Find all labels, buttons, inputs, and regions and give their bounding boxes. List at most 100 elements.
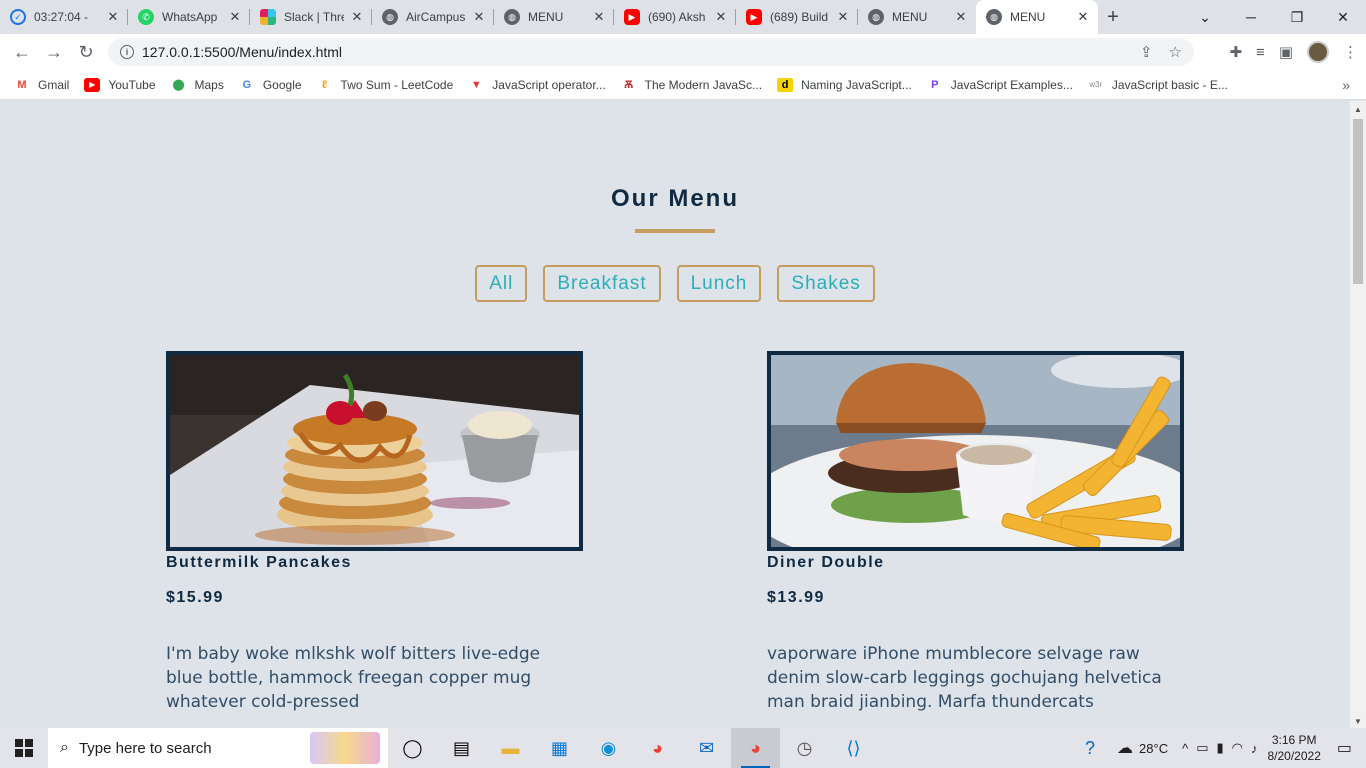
show-hidden-icons-chevron[interactable]: ^ (1182, 741, 1188, 756)
weather-temperature[interactable]: 28°C (1139, 741, 1168, 756)
page-scrollbar[interactable]: ▲ ▼ (1350, 101, 1366, 728)
extensions-puzzle-icon[interactable]: ✚ (1229, 43, 1242, 61)
info-icon[interactable]: i (120, 45, 134, 59)
close-icon[interactable]: ✕ (472, 9, 486, 25)
browser-tab-active[interactable]: ◍ MENU ✕ (976, 0, 1098, 34)
close-icon[interactable]: ✕ (1076, 9, 1090, 25)
bookmark-label: Gmail (38, 77, 70, 92)
scroll-up-arrow-icon[interactable]: ▲ (1350, 105, 1366, 114)
edge-browser-icon[interactable]: ◉ (584, 728, 633, 768)
filter-button-group: All Breakfast Lunch Shakes (0, 265, 1350, 302)
close-icon[interactable]: ✕ (592, 9, 606, 25)
scrollbar-thumb[interactable] (1353, 119, 1363, 284)
bookmarks-overflow-icon[interactable]: » (1342, 77, 1350, 93)
forward-arrow-icon[interactable]: → (38, 42, 70, 63)
taskbar-search-box[interactable]: ⌕ Type here to search (48, 728, 388, 768)
browser-tab[interactable]: ◍ MENU ✕ (494, 0, 614, 34)
close-icon[interactable]: ✕ (836, 9, 850, 25)
task-view-icon[interactable]: ◯ (388, 728, 437, 768)
page-viewport: Our Menu All Breakfast Lunch Shakes Butt… (0, 101, 1350, 728)
bookmark-js-basic[interactable]: w3r JavaScript basic - E... (1088, 78, 1228, 92)
close-icon[interactable]: ✕ (954, 9, 968, 25)
bookmark-js-examples[interactable]: P JavaScript Examples... (927, 78, 1073, 92)
scroll-down-arrow-icon[interactable]: ▼ (1350, 717, 1366, 726)
filter-button-breakfast[interactable]: Breakfast (543, 265, 661, 302)
browser-tab[interactable]: ◍ MENU ✕ (858, 0, 976, 34)
close-icon[interactable]: ✕ (714, 9, 728, 25)
windows-start-button[interactable] (0, 728, 48, 768)
chrome-icon-active[interactable]: ◕ (731, 728, 780, 768)
bookmark-label: The Modern JavaSc... (644, 77, 763, 92)
item-description: vaporware iPhone mumblecore selvage raw … (767, 644, 1162, 712)
tab-title: (689) Build (770, 10, 829, 24)
bookmark-google[interactable]: G Google (239, 78, 302, 92)
taskbar-app-icons: ◯ ▤ ▬ ▦ ◉ ◕ ✉ ◕ ◷ ⟨⟩ (388, 728, 878, 768)
bookmark-modern-js[interactable]: Ѫ The Modern JavaSc... (621, 78, 762, 92)
burger-fries-photo (767, 351, 1184, 551)
media-queue-icon[interactable]: ≡ (1256, 44, 1265, 61)
close-icon[interactable]: ✕ (350, 9, 364, 25)
filter-button-all[interactable]: All (475, 265, 528, 302)
share-icon[interactable]: ⇪ (1140, 43, 1153, 61)
bookmark-leetcode[interactable]: ℓ Two Sum - LeetCode (317, 78, 453, 92)
reload-icon[interactable]: ↻ (70, 42, 102, 63)
triangle-logo-icon: ▼ (470, 78, 482, 91)
microsoft-store-icon[interactable]: ▦ (535, 728, 584, 768)
weather-cloud-icon[interactable]: ☁ (1117, 738, 1133, 758)
new-tab-button[interactable]: + (1098, 0, 1128, 34)
url-text[interactable]: 127.0.0.1:5500/Menu/index.html (142, 44, 342, 60)
globe-icon: ◍ (986, 9, 1002, 25)
back-arrow-icon[interactable]: ← (6, 42, 38, 63)
browser-tab[interactable]: ✓ 03:27:04 - ✕ (0, 0, 128, 34)
menu-item: Buttermilk Pancakes $15.99 I'm baby woke… (166, 351, 583, 714)
bookmark-maps[interactable]: ⬤ Maps (171, 78, 224, 92)
filter-button-lunch[interactable]: Lunch (676, 265, 762, 302)
help-icon[interactable]: ? (1085, 738, 1095, 759)
search-placeholder: Type here to search (78, 739, 212, 757)
address-bar[interactable]: i 127.0.0.1:5500/Menu/index.html ⇪ ☆ (108, 38, 1194, 66)
meet-now-icon[interactable]: ▭ (1196, 740, 1208, 756)
notifications-icon[interactable]: ▭ (1337, 738, 1352, 758)
file-explorer-icon[interactable]: ▬ (486, 728, 535, 768)
close-icon[interactable]: ✕ (228, 9, 242, 25)
star-bookmark-icon[interactable]: ☆ (1169, 43, 1182, 61)
side-panel-icon[interactable]: ▣ (1279, 43, 1293, 61)
profile-avatar[interactable] (1307, 41, 1329, 63)
widgets-icon[interactable]: ▤ (437, 728, 486, 768)
wifi-icon[interactable]: ◠ (1232, 740, 1243, 756)
youtube-icon: ▶ (84, 77, 101, 92)
volume-icon[interactable]: ♪ (1251, 741, 1258, 756)
close-icon[interactable]: ✕ (106, 9, 120, 25)
browser-toolbar: ← → ↻ i 127.0.0.1:5500/Menu/index.html ⇪… (0, 34, 1366, 70)
browser-tab[interactable]: ▶ (690) Aksh ✕ (614, 0, 736, 34)
taskbar-clock[interactable]: 3:16 PM 8/20/2022 (1267, 732, 1320, 764)
filter-button-shakes[interactable]: Shakes (777, 265, 875, 302)
maps-pin-icon: ⬤ (172, 79, 185, 91)
browser-tab[interactable]: Slack | Thre ✕ (250, 0, 372, 34)
tab-title: AirCampus (406, 10, 466, 24)
search-icon: ⌕ (60, 739, 69, 756)
alarm-clock-icon[interactable]: ◷ (780, 728, 829, 768)
tab-search-chevron-icon[interactable]: ⌄ (1182, 9, 1228, 26)
minimize-button[interactable]: ─ (1228, 9, 1274, 25)
item-name: Diner Double (767, 554, 885, 571)
browser-tab[interactable]: ◍ AirCampus ✕ (372, 0, 494, 34)
windows-taskbar: ⌕ Type here to search ◯ ▤ ▬ ▦ ◉ ◕ ✉ ◕ ◷ … (0, 728, 1366, 768)
battery-icon[interactable]: ▮ (1216, 740, 1223, 756)
tab-title: 03:27:04 - (34, 10, 89, 24)
menu-item: Diner Double $13.99 vaporware iPhone mum… (767, 351, 1184, 714)
vscode-icon[interactable]: ⟨⟩ (829, 728, 878, 768)
bookmark-gmail[interactable]: M Gmail (14, 78, 69, 92)
close-window-button[interactable]: ✕ (1320, 9, 1366, 26)
bookmark-naming-js[interactable]: d Naming JavaScript... (777, 77, 912, 92)
browser-tab[interactable]: ✆ WhatsApp ✕ (128, 0, 250, 34)
mail-icon[interactable]: ✉ (682, 728, 731, 768)
chrome-icon[interactable]: ◕ (633, 728, 682, 768)
browser-tab[interactable]: ▶ (689) Build ✕ (736, 0, 858, 34)
restore-button[interactable]: ❐ (1274, 9, 1320, 26)
menu-kebab-icon[interactable]: ⋮ (1343, 43, 1358, 61)
clock-date: 8/20/2022 (1267, 749, 1321, 763)
bookmark-label: Naming JavaScript... (801, 77, 912, 92)
bookmark-youtube[interactable]: ▶ YouTube (84, 77, 156, 92)
bookmark-js-operator[interactable]: ▼ JavaScript operator... (468, 78, 606, 92)
